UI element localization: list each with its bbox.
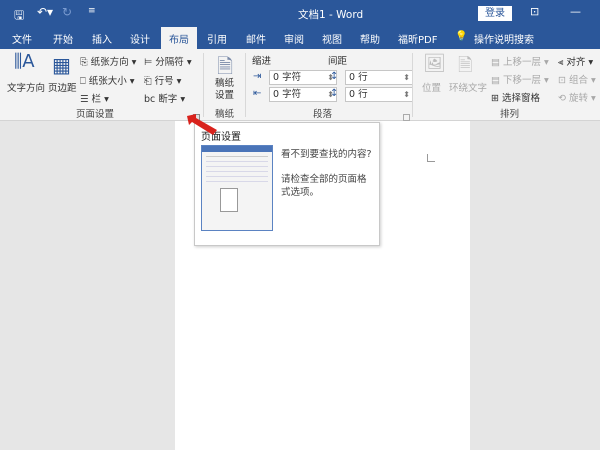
spacing-before-input[interactable]: 0 行: [345, 70, 413, 85]
position-button[interactable]: 位置: [422, 80, 441, 94]
bring-forward-button[interactable]: ▤ 上移一层 ▾: [491, 54, 549, 68]
ribbon-display-icon[interactable]: ⊡: [530, 5, 539, 18]
indent-left-icon: ⇥: [253, 71, 262, 82]
indent-label: 缩进: [252, 56, 272, 67]
margins-button[interactable]: 页边距: [48, 80, 77, 94]
page-setup-tooltip: 页面设置 看不到要查找的内容? 请检查全部的页面格式选项。: [194, 122, 380, 246]
tab-help[interactable]: 帮助: [360, 31, 380, 46]
group-button[interactable]: ⊡ 组合 ▾: [558, 72, 596, 86]
divider: [203, 53, 204, 117]
page-setup-dialog-preview: [201, 145, 273, 231]
wrap-text-icon: 🗎: [458, 55, 473, 76]
send-backward-label: 下移一层: [503, 75, 542, 86]
lightbulb-icon: 💡: [455, 31, 468, 42]
ribbon-tabs: 文件 开始 插入 设计 布局 引用 邮件 审阅 视图 帮助 福昕PDF 💡 操作…: [0, 27, 600, 49]
tab-view[interactable]: 视图: [322, 31, 342, 46]
tab-insert[interactable]: 插入: [92, 31, 112, 46]
breaks-button[interactable]: ⊨ 分隔符 ▾: [144, 54, 192, 68]
selection-pane-label: 选择窗格: [501, 93, 540, 104]
save-icon[interactable]: 🖫: [14, 6, 24, 27]
group-btn-label: 组合: [568, 75, 588, 86]
tab-references[interactable]: 引用: [207, 31, 227, 46]
window-title: 文档1 - Word: [298, 9, 364, 21]
spacing-after-icon: ↕: [330, 88, 339, 99]
position-icon: 🖼: [423, 53, 446, 74]
undo-icon[interactable]: ↶▾: [37, 5, 53, 19]
rotate-button[interactable]: ⟲ 旋转 ▾: [558, 90, 596, 104]
spacing-after-input[interactable]: 0 行: [345, 87, 413, 102]
redo-icon[interactable]: ↻: [62, 5, 72, 19]
line-numbers-button[interactable]: ⎗ 行号 ▾: [144, 73, 181, 87]
wrap-text-button[interactable]: 环绕文字: [449, 80, 487, 94]
group-label-page-setup: 页面设置: [76, 109, 115, 120]
tooltip-line1: 看不到要查找的内容?: [281, 149, 372, 160]
selection-pane-button[interactable]: ⊞ 选择窗格: [491, 90, 540, 104]
tab-layout[interactable]: 布局: [161, 27, 197, 49]
tab-design[interactable]: 设计: [130, 31, 150, 46]
spacing-label: 间距: [328, 56, 348, 67]
red-arrow-pointer-icon: [187, 114, 217, 135]
text-direction-icon: ⫼A: [14, 51, 35, 72]
line-numbers-label: 行号: [154, 76, 174, 87]
indent-right-input[interactable]: 0 字符: [269, 87, 337, 102]
size-button[interactable]: ⎕ 纸张大小 ▾: [80, 73, 135, 87]
ribbon: ⫼A 文字方向 ▦ 页边距 ⎘ 纸张方向 ▾ ⎕ 纸张大小 ▾ ☰ 栏 ▾ ⊨ …: [0, 49, 600, 121]
margins-icon: ▦: [52, 53, 71, 77]
divider: [245, 53, 246, 117]
tab-home[interactable]: 开始: [53, 31, 73, 46]
group-label-paragraph: 段落: [313, 109, 333, 120]
customize-icon[interactable]: ≡: [88, 6, 96, 16]
hyphenation-button[interactable]: bc 断字 ▾: [144, 91, 185, 105]
group-label-arrange: 排列: [500, 109, 520, 120]
breaks-label: 分隔符: [155, 57, 184, 68]
text-direction-button[interactable]: 文字方向: [7, 80, 45, 94]
paragraph-launcher[interactable]: [403, 114, 410, 121]
tab-file[interactable]: 文件: [12, 31, 32, 46]
tooltip-line2: 请检查全部的页面格式选项。: [281, 174, 367, 198]
columns-label: 栏: [91, 94, 102, 105]
tab-review[interactable]: 审阅: [284, 31, 304, 46]
indent-right-icon: ⇤: [253, 88, 262, 99]
margin-corner-mark: [427, 154, 435, 162]
tab-mailings[interactable]: 邮件: [246, 31, 266, 46]
tab-foxit-pdf[interactable]: 福昕PDF: [398, 31, 437, 46]
spacing-before-icon: ↕: [330, 71, 339, 82]
size-label: 纸张大小: [88, 76, 127, 87]
align-label: 对齐: [566, 57, 586, 68]
hyphenation-label: 断字: [158, 94, 178, 105]
login-button[interactable]: 登录: [478, 6, 512, 21]
columns-button[interactable]: ☰ 栏 ▾: [80, 91, 109, 105]
divider: [412, 53, 413, 117]
minimize-icon[interactable]: —: [570, 5, 581, 18]
title-bar: 🖫 ↶▾ ↻ ≡ 文档1 - Word 登录 ⊡ —: [0, 0, 600, 27]
search-box[interactable]: 操作说明搜索: [474, 31, 534, 46]
bring-forward-label: 上移一层: [503, 57, 542, 68]
manuscript-button[interactable]: 稿纸设置: [215, 78, 237, 102]
rotate-label: 旋转: [568, 93, 588, 104]
send-backward-button[interactable]: ▤ 下移一层 ▾: [491, 72, 549, 86]
orientation-button[interactable]: ⎘ 纸张方向 ▾: [80, 54, 136, 68]
align-button[interactable]: ⫷ 对齐 ▾: [558, 54, 593, 68]
indent-left-input[interactable]: 0 字符: [269, 70, 337, 85]
orientation-label: 纸张方向: [90, 57, 129, 68]
